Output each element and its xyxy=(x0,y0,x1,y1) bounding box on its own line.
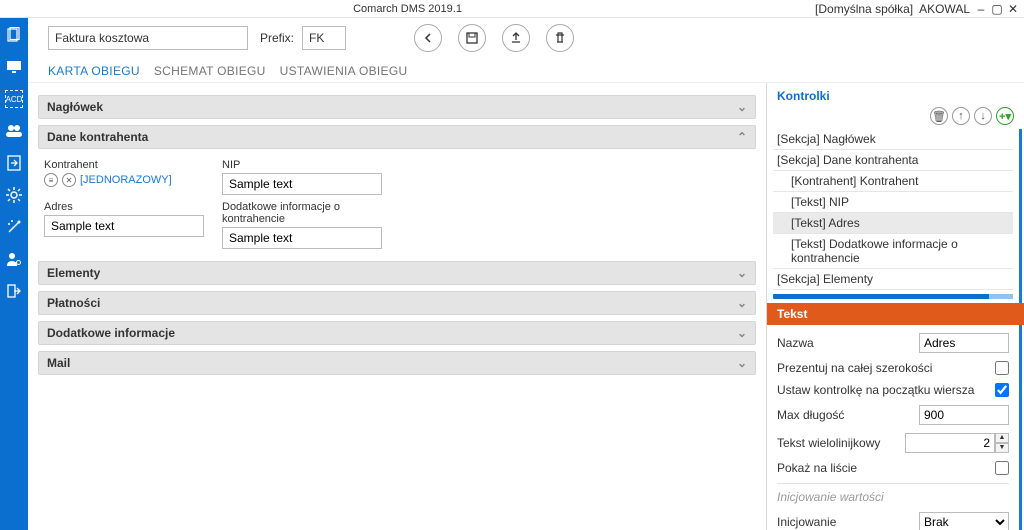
section-naglowek[interactable]: Nagłówek ⌄ xyxy=(38,95,756,119)
section-label: Mail xyxy=(47,356,70,370)
app-title: Comarch DMS 2019.1 xyxy=(0,3,815,15)
kontrahent-link[interactable]: [JEDNORAZOWY] xyxy=(80,174,172,186)
section-label: Elementy xyxy=(47,266,100,280)
properties-body: Nazwa Prezentuj na całej szerokości Usta… xyxy=(767,325,1022,530)
spin-down-icon[interactable]: ▼ xyxy=(995,443,1009,453)
kontrolki-panel: Kontrolki 🗑 ↑ ↓ +▾ [Sekcja] Nagłówek [Se… xyxy=(766,83,1024,530)
gear-icon[interactable] xyxy=(5,186,23,204)
tree-kontrahent[interactable]: [Kontrahent] Kontrahent xyxy=(773,171,1013,192)
prop-label-maxdl: Max długość xyxy=(777,408,919,422)
wand-icon[interactable] xyxy=(5,218,23,236)
section-elementy[interactable]: Elementy ⌄ xyxy=(38,261,756,285)
user-name: AKOWAL xyxy=(919,2,970,16)
prefix-input[interactable] xyxy=(302,26,346,50)
move-down-button[interactable]: ↓ xyxy=(974,107,992,125)
kontrahent-clear-icon[interactable]: ✕ xyxy=(62,173,76,187)
tree-nip[interactable]: [Tekst] NIP xyxy=(773,192,1013,213)
tab-ustawienia-obiegu[interactable]: USTAWIENIA OBIEGU xyxy=(280,64,408,78)
add-control-button[interactable]: +▾ xyxy=(996,107,1014,125)
chevron-down-icon: ⌄ xyxy=(737,356,747,370)
prop-group-inicjowanie: Inicjowanie wartości xyxy=(777,483,1009,504)
prop-multiline-spinner[interactable]: ▲▼ xyxy=(905,433,1009,453)
minimize-icon[interactable]: – xyxy=(976,4,986,14)
title-bar: Comarch DMS 2019.1 [Domyślna spółka] AKO… xyxy=(0,0,1024,18)
section-dodatkowe-informacje[interactable]: Dodatkowe informacje ⌄ xyxy=(38,321,756,345)
kontrahent-add-icon[interactable]: ≡ xyxy=(44,173,58,187)
field-label-nip: NIP xyxy=(222,159,382,171)
chevron-down-icon: ⌄ xyxy=(737,266,747,280)
chevron-down-icon: ⌄ xyxy=(737,100,747,114)
prop-label-pokaz: Pokaż na liście xyxy=(777,461,995,475)
tab-schemat-obiegu[interactable]: SCHEMAT OBIEGU xyxy=(154,64,266,78)
chevron-down-icon: ⌄ xyxy=(737,326,747,340)
section-label: Płatności xyxy=(47,296,100,310)
field-label-adres: Adres xyxy=(44,201,204,213)
tab-karta-obiegu[interactable]: KARTA OBIEGU xyxy=(48,64,140,78)
field-label-info: Dodatkowe informacje o kontrahencie xyxy=(222,201,382,225)
delete-button[interactable] xyxy=(546,24,574,52)
tree-sekcja-dane[interactable]: [Sekcja] Dane kontrahenta xyxy=(773,150,1013,171)
section-label: Dodatkowe informacje xyxy=(47,326,175,340)
section-dane-kontrahenta[interactable]: Dane kontrahenta ⌃ xyxy=(38,125,756,149)
kontrolki-toolbar: 🗑 ↑ ↓ +▾ xyxy=(767,105,1024,129)
prop-label-nazwa: Nazwa xyxy=(777,336,919,350)
prop-label-prezentuj: Prezentuj na całej szerokości xyxy=(777,361,995,375)
info-input[interactable] xyxy=(222,227,382,249)
prop-pokaz-checkbox[interactable] xyxy=(995,461,1009,475)
prop-maxdl-input[interactable] xyxy=(919,405,1009,425)
top-toolbar: Prefix: xyxy=(28,18,1024,58)
maximize-icon[interactable]: ▢ xyxy=(992,4,1002,14)
properties-header: Tekst xyxy=(767,303,1024,325)
main-area: Prefix: KARTA OBIEGU SCHEMAT OBIEGU USTA… xyxy=(28,18,1024,530)
tree-adres[interactable]: [Tekst] Adres xyxy=(773,213,1013,234)
documents-icon[interactable] xyxy=(5,26,23,44)
field-label-kontrahent: Kontrahent xyxy=(44,159,204,171)
user-gear-icon[interactable] xyxy=(5,250,23,268)
tree-sekcja-elementy[interactable]: [Sekcja] Elementy xyxy=(773,269,1013,290)
exit-icon[interactable] xyxy=(5,282,23,300)
prop-label-ustaw: Ustaw kontrolkę na początku wiersza xyxy=(777,383,995,397)
delete-control-button[interactable]: 🗑 xyxy=(930,107,948,125)
section-body-dane: Kontrahent ≡ ✕ [JEDNORAZOWY] NIP Adres xyxy=(38,149,756,255)
tree-progress-bar xyxy=(773,294,1013,299)
back-button[interactable] xyxy=(414,24,442,52)
prop-label-multiline: Tekst wielolinijkowy xyxy=(777,436,905,450)
spin-up-icon[interactable]: ▲ xyxy=(995,433,1009,443)
section-platnosci[interactable]: Płatności ⌄ xyxy=(38,291,756,315)
prefix-label: Prefix: xyxy=(260,31,294,45)
export-button[interactable] xyxy=(502,24,530,52)
chevron-up-icon: ⌃ xyxy=(737,130,747,144)
chevron-down-icon: ⌄ xyxy=(737,296,747,310)
controls-tree: [Sekcja] Nagłówek [Sekcja] Dane kontrahe… xyxy=(767,129,1022,303)
tree-dodatkowe-info[interactable]: [Tekst] Dodatkowe informacje o kontrahen… xyxy=(773,234,1013,269)
prop-multiline-input[interactable] xyxy=(905,433,995,453)
prop-nazwa-input[interactable] xyxy=(919,333,1009,353)
close-icon[interactable]: ✕ xyxy=(1008,4,1018,14)
users-icon[interactable] xyxy=(5,122,23,140)
tab-bar: KARTA OBIEGU SCHEMAT OBIEGU USTAWIENIA O… xyxy=(28,58,1024,83)
section-label: Nagłówek xyxy=(47,100,103,114)
form-designer: Nagłówek ⌄ Dane kontrahenta ⌃ Kontrahent… xyxy=(28,83,766,530)
prop-prezentuj-checkbox[interactable] xyxy=(995,361,1009,375)
section-label: Dane kontrahenta xyxy=(47,130,148,144)
tree-sekcja-naglowek[interactable]: [Sekcja] Nagłówek xyxy=(773,129,1013,150)
prop-inicjowanie-select[interactable]: Brak xyxy=(919,512,1009,530)
adres-input[interactable] xyxy=(44,215,204,237)
acd-icon[interactable]: ACD xyxy=(5,90,23,108)
save-button[interactable] xyxy=(458,24,486,52)
workflow-name-input[interactable] xyxy=(48,26,248,50)
prop-label-inicjowanie: Inicjowanie xyxy=(777,515,919,529)
arrow-doc-icon[interactable] xyxy=(5,154,23,172)
vertical-sidebar: ACD xyxy=(0,18,28,530)
company-name: [Domyślna spółka] xyxy=(815,2,913,16)
monitor-icon[interactable] xyxy=(5,58,23,76)
nip-input[interactable] xyxy=(222,173,382,195)
prop-ustaw-checkbox[interactable] xyxy=(995,383,1009,397)
kontrolki-title: Kontrolki xyxy=(767,83,1024,105)
section-mail[interactable]: Mail ⌄ xyxy=(38,351,756,375)
move-up-button[interactable]: ↑ xyxy=(952,107,970,125)
